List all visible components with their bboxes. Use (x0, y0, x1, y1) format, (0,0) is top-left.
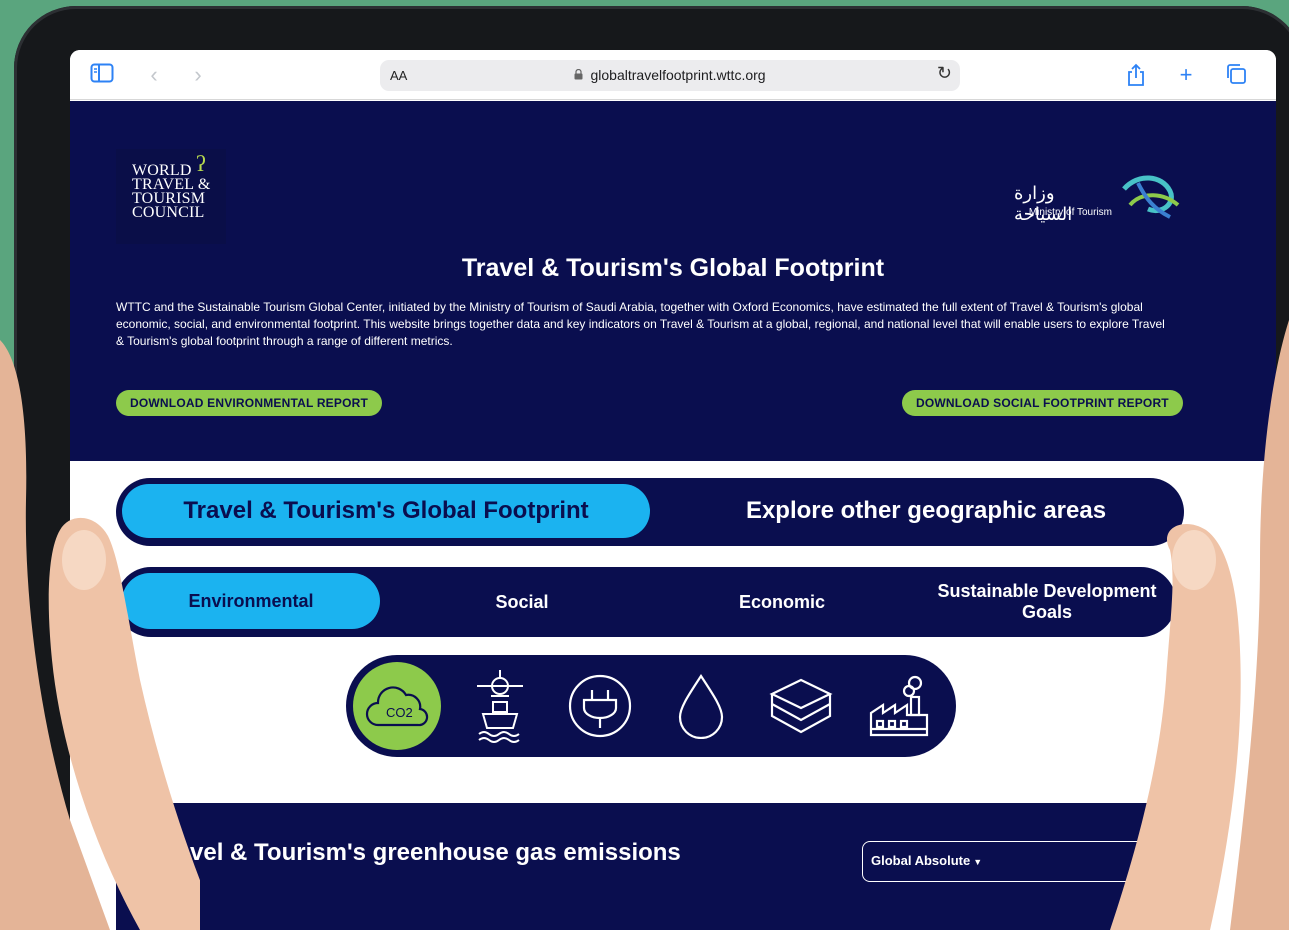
intro-text: WTTC and the Sustainable Tourism Global … (116, 300, 1165, 348)
sidebar-icon[interactable] (90, 63, 114, 87)
ministry-emblem-icon (1122, 175, 1180, 219)
emissions-panel: Travel & Tourism's greenhouse gas emissi… (116, 803, 1176, 930)
category-toggle: Environmental Social Economic Sustainabl… (116, 567, 1176, 637)
browser-toolbar: ‹ › AA globaltravelfootprint.wttc.org ↻ … (70, 50, 1276, 100)
tab-economic[interactable]: Economic (662, 567, 902, 637)
ministry-arabic-name: وزارة السياحة (1014, 183, 1073, 225)
transport-icon[interactable] (456, 662, 544, 750)
tab-global-footprint[interactable]: Travel & Tourism's Global Footprint (122, 484, 650, 538)
lock-icon (574, 68, 586, 83)
co2-cloud-icon[interactable]: CO2 (353, 662, 441, 750)
water-drop-icon[interactable] (657, 662, 745, 750)
wttc-logo[interactable]: ʔ WORLD TRAVEL & TOURISM COUNCIL (116, 149, 226, 244)
plug-icon[interactable] (556, 662, 644, 750)
scope-select[interactable]: Global Absolute ▼ (862, 841, 1146, 882)
emissions-title: Travel & Tourism's greenhouse gas emissi… (154, 839, 681, 866)
left-hand (0, 340, 200, 930)
ministry-english-name: Ministry of Tourism (1028, 207, 1112, 218)
wttc-swirl-icon: ʔ (196, 151, 206, 176)
address-bar[interactable]: AA globaltravelfootprint.wttc.org ↻ (380, 60, 960, 91)
tab-social[interactable]: Social (402, 567, 642, 637)
scene: ‹ › AA globaltravelfootprint.wttc.org ↻ … (0, 0, 1289, 930)
reload-icon[interactable]: ↻ (937, 63, 952, 84)
forward-icon[interactable]: › (186, 63, 210, 87)
scope-select-value: Global Absolute (871, 853, 971, 868)
box-icon[interactable] (757, 662, 845, 750)
caret-down-icon: ▼ (973, 857, 983, 867)
logo-line: COUNCIL (132, 204, 205, 221)
tabs-overview-icon[interactable] (1224, 63, 1248, 87)
tablet-screen: ‹ › AA globaltravelfootprint.wttc.org ↻ … (70, 50, 1276, 930)
right-hand (1110, 320, 1289, 930)
page-title: Travel & Tourism's Global Footprint (461, 254, 885, 282)
back-icon[interactable]: ‹ (142, 63, 166, 87)
ministry-of-tourism-logo[interactable]: وزارة السياحة Ministry of Tourism (1014, 169, 1184, 229)
tab-explore-geographic-areas[interactable]: Explore other geographic areas (676, 484, 1176, 538)
hero-section: ʔ WORLD TRAVEL & TOURISM COUNCIL وزارة ا… (70, 101, 1276, 461)
factory-icon[interactable] (856, 662, 944, 750)
co2-label: CO2 (386, 705, 413, 720)
share-icon[interactable] (1124, 63, 1148, 87)
new-tab-icon[interactable]: + (1174, 63, 1198, 87)
url-text: globaltravelfootprint.wttc.org (590, 67, 766, 83)
main-view-toggle: Travel & Tourism's Global Footprint Expl… (116, 478, 1184, 546)
metric-selector: CO2 (346, 655, 956, 757)
